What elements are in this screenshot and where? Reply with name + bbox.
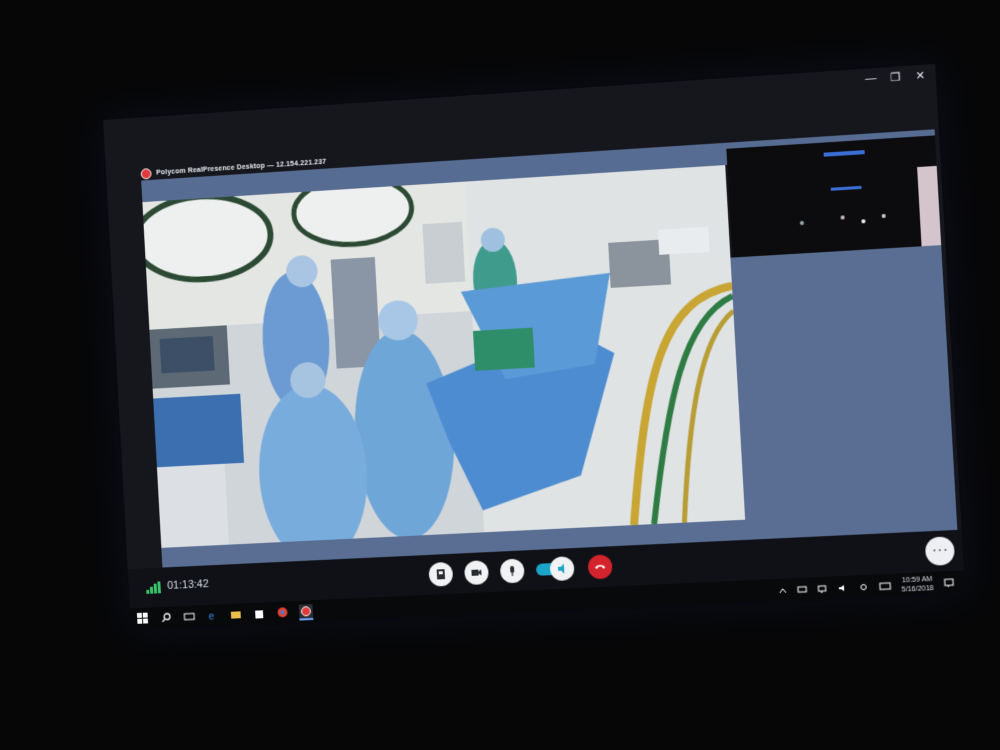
maximize-icon[interactable]: ❐ bbox=[888, 70, 903, 84]
call-buttons bbox=[428, 554, 613, 587]
network-icon[interactable] bbox=[817, 585, 828, 594]
close-icon[interactable]: ✕ bbox=[913, 69, 928, 83]
content-share-button[interactable] bbox=[428, 561, 454, 587]
task-view-icon[interactable] bbox=[182, 609, 196, 623]
file-explorer-icon[interactable] bbox=[229, 607, 243, 621]
signal-strength-icon bbox=[146, 581, 161, 594]
polycom-logo-icon bbox=[140, 167, 152, 180]
taskbar-apps: e bbox=[136, 604, 314, 628]
start-icon[interactable] bbox=[136, 611, 150, 625]
projected-screen: — ❐ ✕ Polycom RealPresence Desktop — 12.… bbox=[103, 64, 966, 631]
remote-video-feed bbox=[142, 165, 746, 548]
edge-browser-icon[interactable]: e bbox=[205, 608, 219, 622]
taskbar-clock[interactable]: 10:59 AM 5/16/2018 bbox=[901, 575, 934, 595]
plug-icon[interactable] bbox=[858, 583, 869, 592]
speaker-toggle[interactable] bbox=[535, 556, 576, 582]
svg-text:e: e bbox=[208, 611, 214, 621]
chevron-up-icon[interactable] bbox=[778, 587, 787, 595]
speaker-button[interactable] bbox=[549, 556, 575, 582]
window-controls: — ❐ ✕ bbox=[863, 69, 928, 86]
chrome-icon[interactable] bbox=[275, 605, 289, 619]
content-share-icon bbox=[436, 569, 446, 580]
store-icon[interactable] bbox=[252, 606, 266, 620]
volume-icon[interactable] bbox=[838, 584, 849, 593]
side-panel bbox=[730, 245, 957, 520]
polycom-taskbar-icon[interactable] bbox=[298, 604, 314, 621]
notification-icon[interactable] bbox=[944, 578, 955, 589]
phone-hangup-icon bbox=[595, 564, 606, 570]
device-icon[interactable] bbox=[797, 586, 808, 595]
hang-up-button[interactable] bbox=[587, 554, 613, 580]
camera-button[interactable] bbox=[463, 560, 490, 586]
camera-icon bbox=[471, 569, 482, 576]
search-icon[interactable] bbox=[159, 610, 173, 624]
keyboard-icon[interactable] bbox=[879, 582, 892, 591]
more-options-button[interactable]: ··· bbox=[924, 536, 956, 566]
system-tray: 10:59 AM 5/16/2018 bbox=[778, 574, 955, 600]
call-duration: 01:13:42 bbox=[166, 578, 210, 592]
microphone-icon bbox=[510, 566, 515, 577]
clock-date: 5/16/2018 bbox=[901, 585, 934, 594]
minimize-icon[interactable]: — bbox=[863, 72, 878, 86]
speaker-icon bbox=[557, 562, 564, 573]
microphone-button[interactable] bbox=[499, 558, 525, 584]
self-view-video bbox=[726, 135, 942, 258]
operating-room-video bbox=[142, 165, 746, 548]
